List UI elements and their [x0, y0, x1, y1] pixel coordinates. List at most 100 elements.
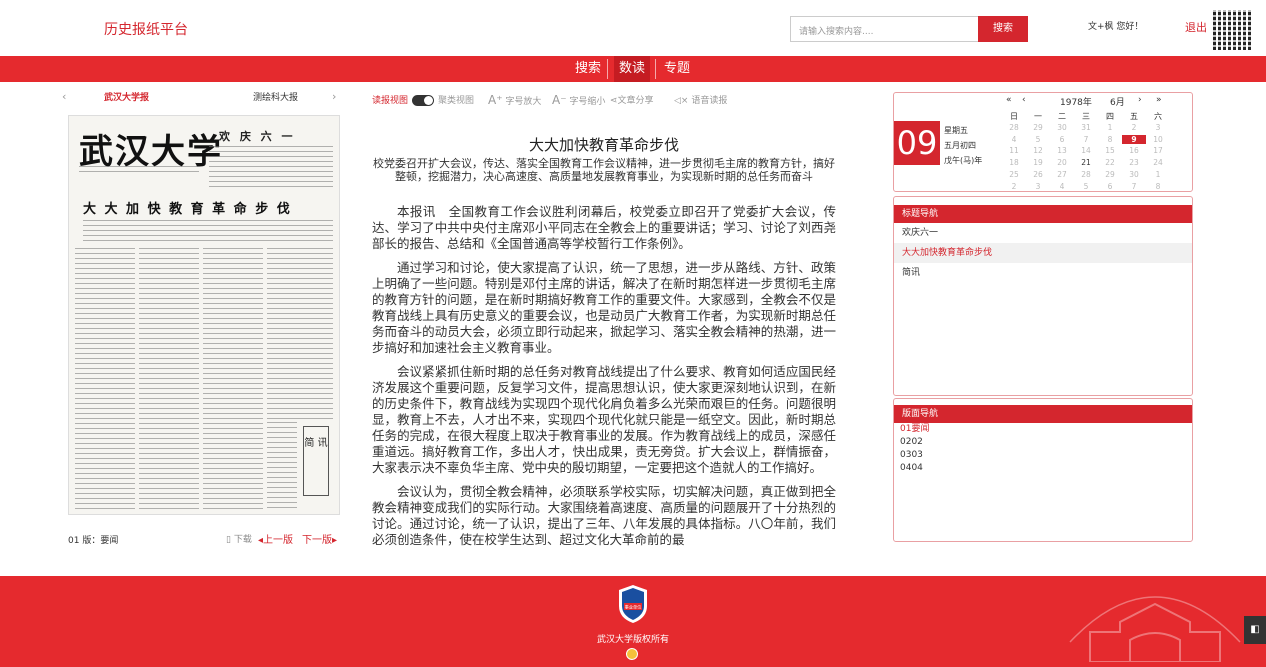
read-view-label[interactable]: 读报视图: [372, 93, 408, 106]
calendar-date[interactable]: 7: [1074, 135, 1098, 144]
calendar-date[interactable]: 4: [1050, 182, 1074, 191]
nav-divider: [607, 59, 608, 79]
calendar-header: « ‹ 1978年 6月 › »: [1006, 95, 1186, 108]
title-nav-item[interactable]: 欢庆六一: [894, 223, 1192, 243]
calendar-date[interactable]: 26: [1026, 170, 1050, 179]
calendar-date[interactable]: 3: [1026, 182, 1050, 191]
calendar-date[interactable]: 28: [1074, 170, 1098, 179]
calendar-date[interactable]: 14: [1074, 146, 1098, 155]
calendar-date[interactable]: 1: [1146, 170, 1170, 179]
prev-page-label: 上一版: [263, 535, 294, 546]
calendar-date[interactable]: 25: [1002, 170, 1026, 179]
calendar-month[interactable]: 6月: [1110, 95, 1125, 108]
police-badge-icon[interactable]: [626, 648, 638, 660]
calendar-date[interactable]: 23: [1122, 158, 1146, 167]
calendar-date[interactable]: 30: [1122, 170, 1146, 179]
logout-link[interactable]: 退出: [1185, 19, 1207, 35]
building-watermark-icon: [1069, 596, 1241, 662]
calendar-date[interactable]: 11: [1002, 146, 1026, 155]
weekday-label: 二: [1058, 112, 1066, 121]
calendar-date[interactable]: 31: [1074, 123, 1098, 132]
calendar-week-row: 25 26 27 28 29 30 1: [1002, 170, 1188, 182]
speech-button[interactable]: ◁× 语音读报: [674, 93, 727, 106]
nav-item-topic[interactable]: 专题: [659, 56, 695, 82]
view-toggle[interactable]: [412, 95, 434, 106]
page-nav-item[interactable]: 0404: [894, 462, 1192, 475]
scan-text-block: [83, 220, 333, 242]
page-nav-item[interactable]: 0303: [894, 449, 1192, 462]
newspaper-page-scan[interactable]: 武汉大学 欢 庆 六 一 大 大 加 快 教 育 革 命 步 伐 简 讯: [68, 115, 340, 515]
page-nav-item[interactable]: 0202: [894, 436, 1192, 449]
calendar-date[interactable]: 28: [1002, 123, 1026, 132]
calendar-date[interactable]: 2: [1002, 182, 1026, 191]
share-button[interactable]: ⋖文章分享: [610, 93, 654, 106]
calendar-date[interactable]: 13: [1050, 146, 1074, 155]
scan-text-block: [79, 166, 199, 172]
main-nav: 搜索 数读 专题: [0, 56, 1266, 82]
font-decrease-label: 字号缩小: [569, 97, 606, 107]
title-nav-item[interactable]: 简讯: [894, 263, 1192, 283]
calendar-date[interactable]: 2: [1122, 123, 1146, 132]
speaker-mute-icon: ◁×: [674, 96, 689, 106]
calendar-date[interactable]: 5: [1026, 135, 1050, 144]
speech-label: 语音读报: [691, 96, 728, 106]
scan-text-block: [75, 248, 135, 510]
download-link[interactable]: ▯ 下载: [226, 532, 252, 545]
search-input[interactable]: 请输入搜索内容....: [790, 16, 978, 42]
calendar-date[interactable]: 21: [1074, 158, 1098, 167]
calendar-selected-day: 09: [894, 121, 940, 165]
calendar-date[interactable]: 29: [1098, 170, 1122, 179]
institution-emblem-icon[interactable]: 事业单位: [617, 584, 649, 624]
font-decrease-button[interactable]: A⁻ 字号缩小: [552, 93, 605, 107]
calendar-date[interactable]: 6: [1050, 135, 1074, 144]
paper-other[interactable]: 测绘科大报: [253, 90, 298, 103]
calendar-date[interactable]: 22: [1098, 158, 1122, 167]
calendar-year[interactable]: 1978年: [1060, 95, 1092, 108]
calendar-date[interactable]: 15: [1098, 146, 1122, 155]
chevron-left-icon[interactable]: ‹: [62, 90, 66, 103]
calendar-date[interactable]: 4: [1002, 135, 1026, 144]
calendar-day-info: 星期五 五月初四 戊午(马)年: [944, 123, 982, 168]
nav-item-read[interactable]: 数读: [614, 56, 650, 82]
calendar-date[interactable]: 7: [1122, 182, 1146, 191]
chevron-right-icon[interactable]: ›: [332, 90, 336, 103]
calendar-date-selected[interactable]: 9: [1122, 134, 1146, 144]
calendar-date[interactable]: 20: [1050, 158, 1074, 167]
article-subtitle: 校党委召开扩大会议，传达、落实全国教育工作会议精神，进一步贯彻毛主席的教育方针，…: [373, 157, 835, 183]
cluster-view-label[interactable]: 聚类视图: [438, 93, 474, 106]
scan-text-block: [139, 248, 199, 510]
next-year-button[interactable]: »: [1156, 95, 1162, 105]
prev-month-button[interactable]: ‹: [1022, 95, 1026, 105]
calendar-lunar-date: 五月初四: [944, 141, 976, 150]
calendar-date[interactable]: 3: [1146, 123, 1170, 132]
nav-item-search[interactable]: 搜索: [570, 56, 606, 82]
calendar-date[interactable]: 12: [1026, 146, 1050, 155]
title-nav-item-active[interactable]: 大大加快教育革命步伐: [894, 243, 1192, 263]
calendar-date[interactable]: 17: [1146, 146, 1170, 155]
next-page-link[interactable]: 下一版▸: [302, 531, 337, 546]
paper-current[interactable]: 武汉大学报: [104, 90, 149, 103]
calendar-date[interactable]: 8: [1146, 182, 1170, 191]
download-label: 下载: [233, 535, 252, 545]
calendar-date[interactable]: 27: [1050, 170, 1074, 179]
calendar-date[interactable]: 19: [1026, 158, 1050, 167]
article-title: 大大加快教育革命步伐: [528, 136, 679, 154]
page-nav-item-active[interactable]: 01要闻: [894, 423, 1192, 436]
calendar-date[interactable]: 8: [1098, 135, 1122, 144]
calendar-date[interactable]: 10: [1146, 135, 1170, 144]
calendar-date[interactable]: 18: [1002, 158, 1026, 167]
calendar-date[interactable]: 5: [1074, 182, 1098, 191]
search-button[interactable]: 搜索: [978, 16, 1028, 42]
prev-page-link[interactable]: ◂上一版: [258, 531, 293, 546]
prev-year-button[interactable]: «: [1006, 95, 1012, 105]
bookmark-icon[interactable]: ◧: [1244, 616, 1266, 644]
calendar-date[interactable]: 1: [1098, 123, 1122, 132]
font-increase-button[interactable]: A⁺ 字号放大: [488, 93, 541, 107]
calendar-date[interactable]: 16: [1122, 146, 1146, 155]
next-month-button[interactable]: ›: [1138, 95, 1142, 105]
calendar-date[interactable]: 6: [1098, 182, 1122, 191]
calendar-date[interactable]: 24: [1146, 158, 1170, 167]
calendar-date[interactable]: 30: [1050, 123, 1074, 132]
site-title[interactable]: 历史报纸平台: [104, 19, 188, 39]
calendar-date[interactable]: 29: [1026, 123, 1050, 132]
